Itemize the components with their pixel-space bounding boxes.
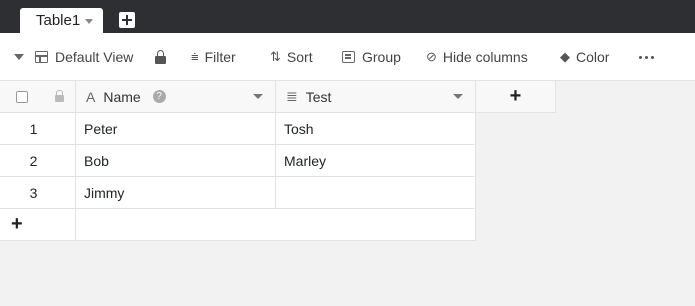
plus-icon: + — [11, 213, 23, 235]
add-row-button[interactable]: + — [0, 209, 76, 241]
hide-columns-label: Hide columns — [442, 49, 528, 65]
color-label: Color — [576, 49, 610, 65]
sort-button[interactable]: ⇅ Sort — [270, 33, 313, 81]
more-options-button[interactable] — [639, 33, 654, 81]
sort-label: Sort — [286, 49, 313, 65]
filter-icon: ⩧ — [191, 49, 199, 64]
tab-table1[interactable]: Table1 — [20, 8, 103, 33]
tab-bar: Table1 — [0, 0, 695, 33]
group-icon — [342, 51, 355, 63]
sort-icon: ⇅ — [270, 49, 281, 64]
text-type-icon: A — [86, 88, 96, 105]
eye-off-icon: ⊘ — [426, 49, 437, 64]
chevron-down-icon[interactable] — [453, 94, 463, 99]
add-column-button[interactable]: + — [476, 81, 556, 113]
row-number[interactable]: 1 — [0, 113, 76, 145]
paint-bucket-icon: ◆ — [560, 49, 570, 64]
cell-name[interactable]: Jimmy — [76, 177, 276, 209]
column-header-name[interactable]: A Name ? — [76, 81, 276, 113]
default-view-label: Default View — [55, 49, 134, 65]
filter-button[interactable]: ⩧ Filter — [191, 33, 236, 81]
cell-test[interactable] — [276, 177, 476, 209]
lock-icon — [155, 49, 166, 64]
cell-test[interactable]: Tosh — [276, 113, 476, 145]
filter-label: Filter — [204, 49, 236, 65]
tab-label: Table1 — [36, 12, 81, 29]
view-toolbar: Default View ⩧ Filter ⇅ Sort Group ⊘ Hid… — [0, 33, 695, 81]
lock-view-button[interactable] — [155, 33, 166, 81]
help-icon[interactable]: ? — [152, 90, 166, 103]
column-header-label: Name — [103, 88, 141, 105]
color-button[interactable]: ◆ Color — [560, 33, 609, 81]
grid-view-icon — [35, 51, 48, 63]
select-all-header — [0, 81, 76, 113]
column-header-label: Test — [305, 88, 332, 105]
hide-columns-button[interactable]: ⊘ Hide columns — [426, 33, 528, 81]
row-number[interactable]: 2 — [0, 145, 76, 177]
long-text-type-icon: ≣ — [286, 88, 298, 104]
group-button[interactable]: Group — [342, 33, 401, 81]
chevron-down-icon[interactable] — [253, 94, 263, 99]
chevron-down-icon — [14, 54, 24, 60]
add-table-button[interactable] — [119, 12, 135, 28]
chevron-down-icon[interactable] — [85, 19, 94, 24]
cell-test[interactable]: Marley — [276, 145, 476, 177]
cell-name[interactable]: Peter — [76, 113, 276, 145]
select-all-checkbox[interactable] — [16, 90, 28, 103]
add-row-area[interactable] — [76, 209, 476, 241]
group-label: Group — [362, 49, 401, 65]
default-view-button[interactable]: Default View — [35, 33, 133, 81]
cell-name[interactable]: Bob — [76, 145, 276, 177]
column-header-test[interactable]: ≣ Test — [276, 81, 476, 113]
row-number[interactable]: 3 — [0, 177, 76, 209]
views-toggle-button[interactable] — [14, 33, 24, 81]
more-icon — [639, 55, 654, 59]
lock-icon — [55, 90, 64, 102]
plus-icon: + — [509, 85, 522, 107]
